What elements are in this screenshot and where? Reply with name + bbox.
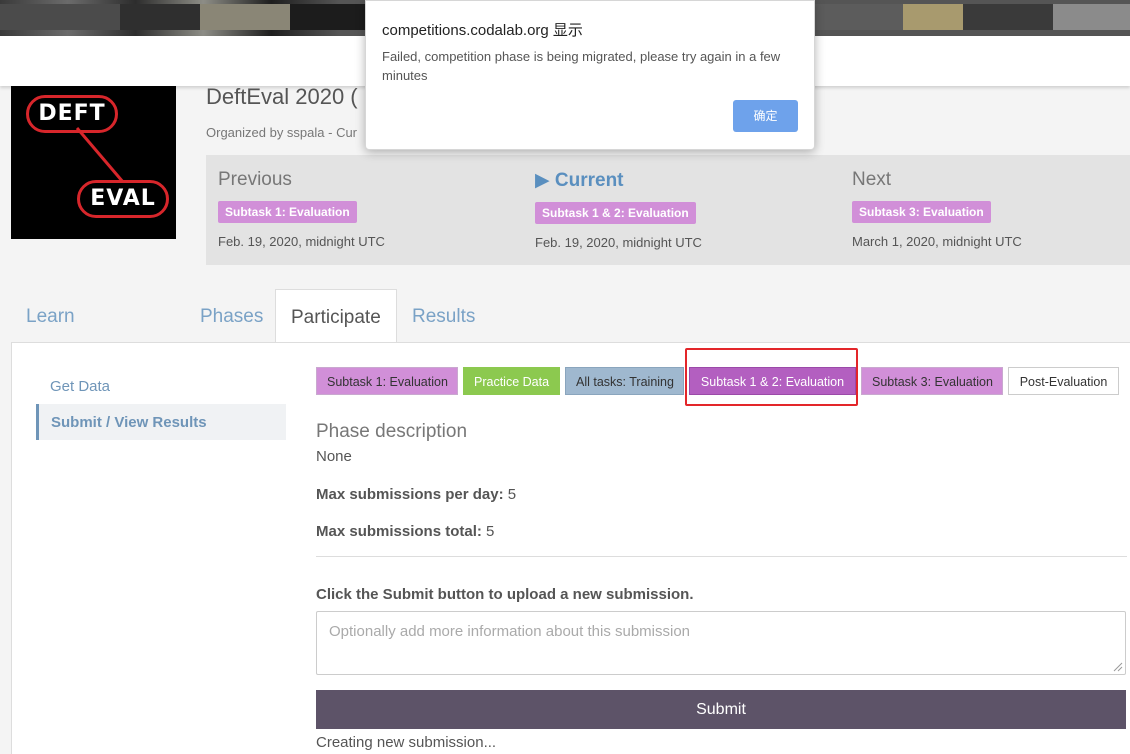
phase-button-practice-data[interactable]: Practice Data xyxy=(463,367,560,395)
page-title: DeftEval 2020 ( xyxy=(206,84,358,109)
phase-button-subtask-3-evaluation[interactable]: Subtask 3: Evaluation xyxy=(861,367,1003,395)
phase-previous-tag[interactable]: Subtask 1: Evaluation xyxy=(218,201,357,223)
logo-bottom-word: EVAL xyxy=(77,180,169,218)
highlight-box xyxy=(685,348,858,406)
phase-previous-label: Previous xyxy=(218,169,292,190)
max-total-row: Max submissions total: 5 xyxy=(316,523,494,540)
submission-status: Creating new submission... xyxy=(316,734,497,751)
phase-next-tag[interactable]: Subtask 3: Evaluation xyxy=(852,201,991,223)
tab-results[interactable]: Results xyxy=(412,289,475,343)
alert-dialog: competitions.codalab.org 显示 Failed, comp… xyxy=(365,0,815,150)
phase-current-date: Feb. 19, 2020, midnight UTC xyxy=(535,235,702,250)
sidebar-item-submit-view-results[interactable]: Submit / View Results xyxy=(36,404,286,440)
phase-previous: Previous Subtask 1: Evaluation Feb. 19, … xyxy=(218,155,385,249)
phase-current-tag[interactable]: Subtask 1 & 2: Evaluation xyxy=(535,202,696,224)
organizer-text: Organized by sspala - Cur xyxy=(206,125,358,140)
sidebar-item-get-data[interactable]: Get Data xyxy=(50,378,110,395)
submission-description-placeholder: Optionally add more information about th… xyxy=(329,623,691,640)
phase-description-heading: Phase description xyxy=(316,421,468,442)
max-total-value: 5 xyxy=(486,523,495,540)
resize-handle-icon[interactable] xyxy=(1113,662,1123,672)
submission-description-input[interactable]: Optionally add more information about th… xyxy=(316,611,1126,675)
phase-button-subtask-1-evaluation[interactable]: Subtask 1: Evaluation xyxy=(316,367,458,395)
phase-current-label: ▶ Current xyxy=(535,170,624,191)
tab-phases[interactable]: Phases xyxy=(200,289,263,343)
tab-participate[interactable]: Participate xyxy=(275,289,397,344)
phase-timeline: Previous Subtask 1: Evaluation Feb. 19, … xyxy=(206,155,1130,265)
phase-next-date: March 1, 2020, midnight UTC xyxy=(852,234,1022,249)
max-per-day-label: Max submissions per day: xyxy=(316,486,504,503)
alert-title: competitions.codalab.org 显示 xyxy=(382,22,583,39)
phase-button-post-evaluation[interactable]: Post-Evaluation xyxy=(1008,367,1119,395)
alert-ok-button[interactable]: 确定 xyxy=(733,100,798,132)
logo-top-word: DEFT xyxy=(26,95,118,133)
phase-current: ▶ Current Subtask 1 & 2: Evaluation Feb.… xyxy=(535,155,702,250)
submit-button[interactable]: Submit xyxy=(316,690,1126,729)
alert-message: Failed, competition phase is being migra… xyxy=(382,49,781,83)
max-per-day-value: 5 xyxy=(507,486,517,503)
tab-learn-the-details[interactable]: Learn the Details xyxy=(26,289,84,439)
phase-button-all-tasks-training[interactable]: All tasks: Training xyxy=(565,367,684,395)
phase-description-text: None xyxy=(316,448,352,465)
competition-logo: DEFT EVAL xyxy=(11,86,176,239)
divider xyxy=(316,556,1127,557)
max-total-label: Max submissions total: xyxy=(316,523,482,540)
max-per-day-row: Max submissions per day: 5 xyxy=(316,486,516,503)
phase-previous-date: Feb. 19, 2020, midnight UTC xyxy=(218,234,385,249)
phase-next: Next Subtask 3: Evaluation March 1, 2020… xyxy=(852,155,1022,249)
submit-instruction: Click the Submit button to upload a new … xyxy=(316,586,694,603)
phase-next-label: Next xyxy=(852,169,892,190)
